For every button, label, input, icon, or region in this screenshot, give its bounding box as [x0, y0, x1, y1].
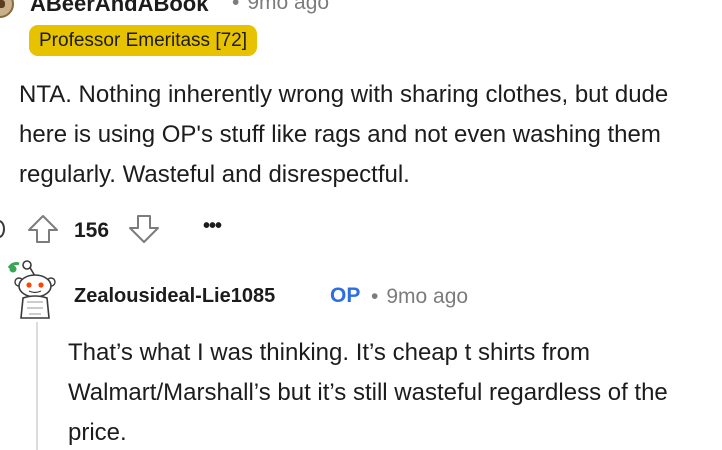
comment-age[interactable]: 9mo ago	[247, 0, 329, 14]
thread-line[interactable]	[36, 322, 38, 450]
separator-dot: •	[371, 285, 379, 308]
reply-meta: • 9mo ago	[371, 285, 468, 309]
downvote-icon[interactable]	[128, 214, 160, 244]
comment-meta: • 9mo ago	[232, 0, 329, 15]
op-badge: OP	[330, 284, 361, 307]
reply-author[interactable]: Zealousideal-Lie1085	[74, 285, 275, 308]
reply-avatar[interactable]	[5, 258, 63, 320]
vote-score: 156	[74, 219, 110, 242]
comment-body: NTA. Nothing inherently wrong with shari…	[19, 81, 669, 188]
user-flair: Professor Emeritass [72]	[29, 25, 258, 56]
commenter-avatar[interactable]	[0, 0, 14, 18]
comment-author[interactable]: ABeerAndABook	[30, 0, 208, 17]
comment-actions: 156 •••	[0, 211, 260, 251]
separator-dot: •	[232, 0, 240, 14]
collapse-thread-icon[interactable]	[0, 220, 5, 238]
reply-body: That’s what I was thinking. It’s cheap t…	[68, 339, 668, 446]
more-options-icon[interactable]: •••	[203, 215, 222, 238]
upvote-icon[interactable]	[27, 214, 59, 244]
reply-age[interactable]: 9mo ago	[386, 285, 468, 308]
